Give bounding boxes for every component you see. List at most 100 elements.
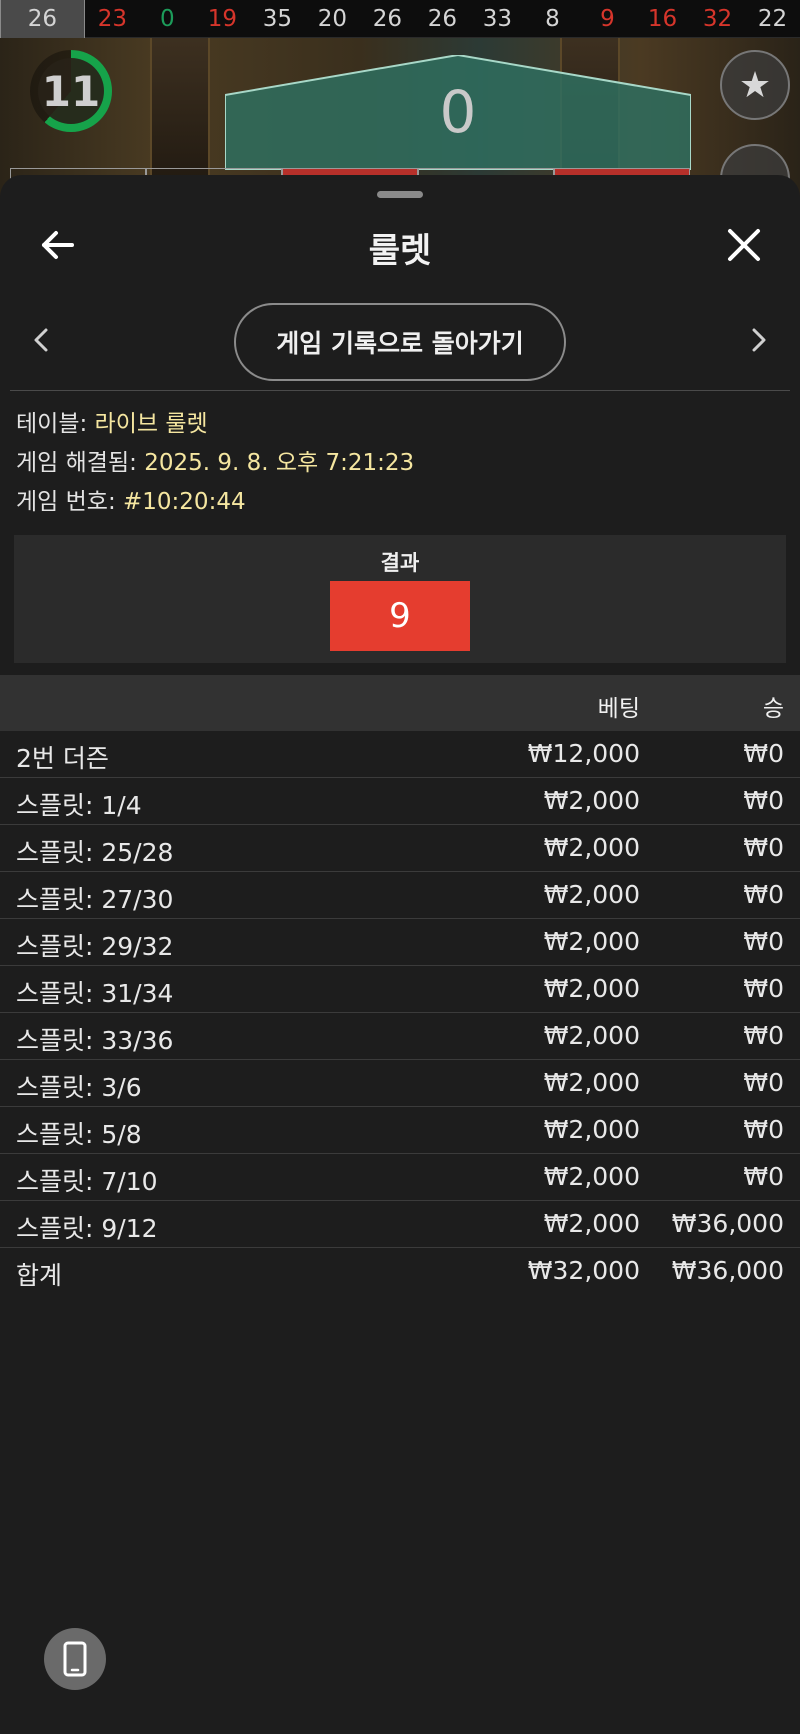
win-amount: ₩0 [743, 927, 784, 956]
win-amount: ₩0 [743, 880, 784, 909]
game-number-value: #10:20:44 [123, 489, 246, 515]
recent-result-number: 26 [372, 5, 403, 32]
recent-result-number: 0 [160, 5, 175, 32]
current-number: 0 [439, 78, 477, 146]
win-amount: ₩0 [743, 739, 784, 768]
history-navigation: 게임 기록으로 돌아가기 [0, 300, 800, 381]
bet-amount: ₩12,000 [527, 739, 640, 768]
bet-name: 스플릿: 3/6 [16, 1073, 142, 1102]
close-button[interactable] [724, 225, 764, 265]
resolved-value: 2025. 9. 8. 오후 7:21:23 [144, 450, 415, 476]
bet-amount: ₩2,000 [543, 1209, 640, 1238]
sheet-grabber[interactable] [377, 191, 423, 198]
recent-result-number: 32 [702, 5, 733, 32]
win-amount: ₩36,000 [671, 1209, 784, 1238]
device-view-button[interactable] [44, 1628, 106, 1690]
close-icon [728, 229, 760, 261]
bets-table: 베팅 승 2번 더즌 ₩12,000 ₩0 스플릿: 1/4 ₩2,000 ₩0 스플릿: … [0, 675, 800, 1295]
table-row: 스플릿: 7/10 ₩2,000 ₩0 [0, 1154, 800, 1201]
recent-result-number: 33 [482, 5, 513, 32]
game-number-line: 게임 번호: #10:20:44 [16, 483, 776, 522]
total-label: 합계 [16, 1261, 63, 1290]
bet-name: 스플릿: 7/10 [16, 1167, 158, 1196]
resolved-label: 게임 해결됨: [16, 450, 137, 476]
chevron-left-icon [34, 328, 48, 352]
recent-result-number: 20 [317, 5, 348, 32]
bet-name: 2번 더즌 [16, 744, 109, 773]
bet-name: 스플릿: 27/30 [16, 885, 174, 914]
table-info-line: 테이블: 라이브 룰렛 [16, 405, 776, 444]
bet-amount: ₩2,000 [543, 833, 640, 862]
recent-result-number: 35 [262, 5, 293, 32]
sheet-title: 룰렛 [368, 231, 432, 271]
table-row: 스플릿: 31/34 ₩2,000 ₩0 [0, 966, 800, 1013]
game-history-sheet: 룰렛 게임 기록으로 돌아가기 테이블: 라이브 룰렛 게임 해결됨: 2025… [0, 175, 800, 1734]
return-to-history-button[interactable]: 게임 기록으로 돌아가기 [234, 303, 566, 381]
bet-amount: ₩2,000 [543, 786, 640, 815]
win-amount: ₩0 [743, 974, 784, 1003]
bet-column-header: 베팅 [597, 696, 640, 722]
recent-result-number: 19 [207, 5, 237, 32]
bet-amount: ₩2,000 [543, 1115, 640, 1144]
bet-name: 스플릿: 5/8 [16, 1120, 142, 1149]
recent-result-number: 22 [757, 5, 788, 32]
recent-result-number: 8 [545, 5, 560, 32]
result-panel: 결과 9 [14, 535, 786, 663]
star-icon: ★ [738, 64, 772, 106]
recent-result-number: 16 [647, 5, 678, 32]
bet-name: 스플릿: 25/28 [16, 838, 174, 867]
chevron-right-icon [752, 328, 766, 352]
table-row: 스플릿: 33/36 ₩2,000 ₩0 [0, 1013, 800, 1060]
win-amount: ₩0 [743, 786, 784, 815]
bet-amount: ₩2,000 [543, 974, 640, 1003]
favorite-button[interactable]: ★ [720, 50, 790, 120]
bet-name: 스플릿: 31/34 [16, 979, 174, 1008]
bets-table-header: 베팅 승 [0, 675, 800, 731]
table-row: 2번 더즌 ₩12,000 ₩0 [0, 731, 800, 778]
bet-name: 스플릿: 9/12 [16, 1214, 158, 1243]
table-row: 스플릿: 29/32 ₩2,000 ₩0 [0, 919, 800, 966]
table-label: 테이블: [16, 411, 88, 437]
bet-name: 스플릿: 1/4 [16, 791, 142, 820]
bet-name: 스플릿: 29/32 [16, 932, 174, 961]
mobile-phone-icon [63, 1641, 87, 1677]
table-row: 스플릿: 3/6 ₩2,000 ₩0 [0, 1060, 800, 1107]
recent-result-number: 23 [97, 5, 127, 32]
total-bet: ₩32,000 [527, 1256, 640, 1285]
next-game-button[interactable] [740, 320, 776, 360]
table-row: 스플릿: 25/28 ₩2,000 ₩0 [0, 825, 800, 872]
recent-results-strip: 26 23 0 19 35 20 26 26 33 8 9 16 32 22 [0, 0, 800, 39]
resolved-info-line: 게임 해결됨: 2025. 9. 8. 오후 7:21:23 [16, 444, 776, 483]
win-amount: ₩0 [743, 1021, 784, 1050]
table-value: 라이브 룰렛 [94, 411, 208, 437]
bets-table-body: 2번 더즌 ₩12,000 ₩0 스플릿: 1/4 ₩2,000 ₩0 스플릿: 25/28… [0, 731, 800, 1248]
result-label: 결과 [380, 551, 420, 575]
total-row: 합계 ₩32,000 ₩36,000 [0, 1248, 800, 1295]
recent-result-number: 26 [427, 5, 458, 32]
bet-amount: ₩2,000 [543, 927, 640, 956]
divider [10, 390, 790, 391]
recent-result-number: 26 [0, 0, 85, 39]
sheet-header: 룰렛 [0, 205, 800, 285]
table-row: 스플릿: 5/8 ₩2,000 ₩0 [0, 1107, 800, 1154]
previous-game-button[interactable] [24, 320, 60, 360]
bet-amount: ₩2,000 [543, 880, 640, 909]
game-info: 테이블: 라이브 룰렛 게임 해결됨: 2025. 9. 8. 오후 7:21:… [16, 405, 776, 522]
recent-result-number: 9 [600, 5, 615, 32]
result-number: 9 [330, 581, 470, 651]
bet-amount: ₩2,000 [543, 1021, 640, 1050]
timer-value: 11 [38, 58, 104, 124]
countdown-timer: 11 [30, 50, 112, 132]
win-amount: ₩0 [743, 833, 784, 862]
game-number-label: 게임 번호: [16, 489, 116, 515]
win-column-header: 승 [762, 696, 784, 722]
win-amount: ₩0 [743, 1162, 784, 1191]
win-amount: ₩0 [743, 1068, 784, 1097]
win-amount: ₩0 [743, 1115, 784, 1144]
bet-name: 스플릿: 33/36 [16, 1026, 174, 1055]
bet-amount: ₩2,000 [543, 1162, 640, 1191]
bet-amount: ₩2,000 [543, 1068, 640, 1097]
table-row: 스플릿: 9/12 ₩2,000 ₩36,000 [0, 1201, 800, 1248]
table-row: 스플릿: 1/4 ₩2,000 ₩0 [0, 778, 800, 825]
total-win: ₩36,000 [671, 1256, 784, 1285]
